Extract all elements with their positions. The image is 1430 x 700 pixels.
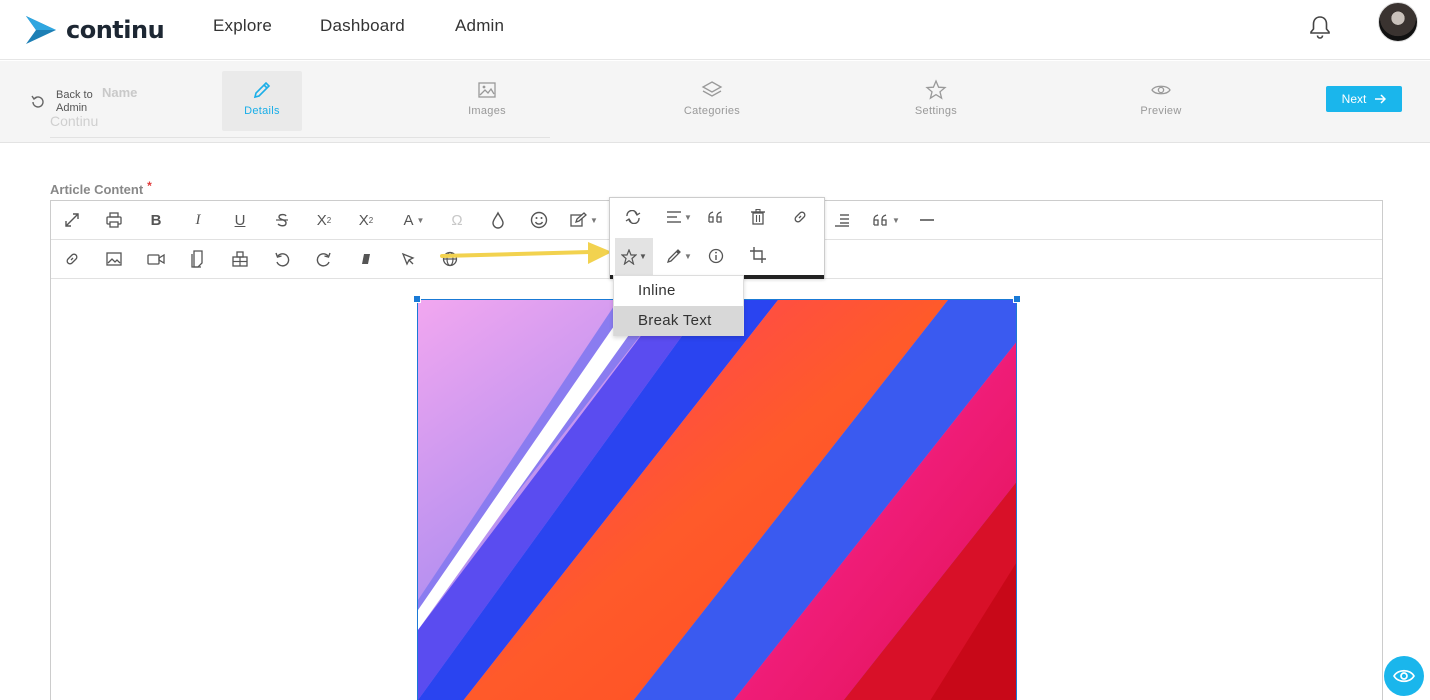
underline-icon[interactable]: U bbox=[226, 207, 254, 233]
subscript-glyph: X bbox=[316, 211, 327, 229]
undo-icon[interactable] bbox=[268, 246, 296, 272]
ghost-name-label: Name bbox=[102, 85, 138, 100]
undo-arrow-icon bbox=[31, 95, 44, 108]
image-display-star-icon[interactable]: ▼ bbox=[615, 238, 653, 275]
font-color-icon[interactable]: A ▼ bbox=[396, 207, 432, 233]
back-to-admin-link[interactable]: Back to Admin bbox=[30, 89, 106, 115]
step-categories[interactable]: Categories bbox=[672, 71, 752, 131]
emoticons-icon[interactable] bbox=[525, 207, 553, 233]
subscript-icon[interactable]: X2 bbox=[310, 207, 338, 233]
select-all-icon[interactable] bbox=[394, 246, 422, 272]
redo-icon[interactable] bbox=[310, 246, 338, 272]
ghost-name-value: Continu bbox=[50, 113, 99, 129]
step-settings[interactable]: Settings bbox=[896, 71, 976, 131]
article-content-label: Article Content * bbox=[50, 179, 152, 197]
image-edit-popup: ▼ ▼ ▼ bbox=[609, 197, 825, 279]
layers-icon bbox=[701, 81, 723, 97]
app-root: continu Explore Dashboard Admin Name Con… bbox=[0, 0, 1430, 700]
image-align-icon[interactable]: ▼ bbox=[660, 200, 698, 234]
wizard-steps-bar: Name Continu Back to Admin Details Image… bbox=[0, 61, 1430, 143]
nav-admin[interactable]: Admin bbox=[455, 16, 504, 36]
bold-icon[interactable]: B bbox=[142, 207, 170, 233]
brand-logo[interactable]: continu bbox=[24, 10, 165, 50]
nav-explore[interactable]: Explore bbox=[213, 16, 272, 36]
step-preview-label: Preview bbox=[1140, 105, 1182, 117]
remove-image-icon[interactable] bbox=[741, 200, 775, 234]
step-settings-label: Settings bbox=[914, 105, 958, 117]
star-icon bbox=[925, 79, 947, 100]
insert-image-icon[interactable] bbox=[100, 246, 128, 272]
insert-link-icon[interactable] bbox=[58, 246, 86, 272]
next-button-label: Next bbox=[1341, 92, 1367, 106]
embedded-image[interactable] bbox=[417, 299, 1017, 700]
font-glyph: A bbox=[403, 211, 414, 229]
pencil-icon bbox=[253, 81, 271, 99]
italic-icon[interactable]: I bbox=[184, 207, 212, 233]
quote-icon[interactable]: ▼ bbox=[869, 207, 903, 233]
superscript-glyph: X bbox=[358, 211, 369, 229]
ghost-divider bbox=[50, 137, 550, 138]
dropdown-option-inline[interactable]: Inline bbox=[614, 276, 743, 306]
resize-handle-top-right[interactable] bbox=[1013, 295, 1021, 303]
floating-preview-eye-icon[interactable] bbox=[1384, 656, 1424, 696]
indent-icon[interactable] bbox=[828, 207, 856, 233]
link-image-icon[interactable] bbox=[783, 200, 817, 234]
bell-icon[interactable] bbox=[1308, 14, 1332, 40]
image-caption-quote-icon[interactable] bbox=[699, 200, 733, 234]
annotation-arrow-icon bbox=[440, 242, 612, 264]
image-display-dropdown: Inline Break Text bbox=[613, 275, 744, 336]
insert-table-icon[interactable] bbox=[226, 246, 254, 272]
insert-video-icon[interactable] bbox=[142, 246, 170, 272]
brand-name: continu bbox=[66, 16, 165, 44]
image-icon bbox=[478, 82, 496, 98]
arrow-right-icon bbox=[1375, 94, 1387, 104]
next-button[interactable]: Next bbox=[1326, 86, 1402, 112]
image-style-icon[interactable]: ▼ bbox=[660, 239, 698, 273]
image-alt-info-icon[interactable] bbox=[699, 239, 733, 273]
paragraph-style-icon[interactable]: ▼ bbox=[567, 207, 601, 233]
horizontal-line-icon[interactable] bbox=[913, 207, 941, 233]
dropdown-option-break-text[interactable]: Break Text bbox=[614, 306, 743, 336]
user-avatar[interactable] bbox=[1378, 2, 1418, 42]
logo-mark-icon bbox=[26, 16, 56, 44]
top-navbar: continu Explore Dashboard Admin bbox=[0, 0, 1430, 60]
print-icon[interactable] bbox=[100, 207, 128, 233]
color-drop-icon[interactable] bbox=[484, 207, 512, 233]
back-to-admin-label: Back to Admin bbox=[56, 89, 93, 114]
clear-formatting-icon[interactable] bbox=[352, 246, 380, 272]
insert-file-icon[interactable] bbox=[184, 246, 212, 272]
resize-handle-top-left[interactable] bbox=[413, 295, 421, 303]
replace-image-icon[interactable] bbox=[616, 200, 650, 234]
step-categories-label: Categories bbox=[683, 105, 741, 117]
nav-dashboard[interactable]: Dashboard bbox=[320, 16, 405, 36]
step-images-label: Images bbox=[468, 105, 506, 117]
special-characters-icon[interactable]: Ω bbox=[443, 207, 471, 233]
superscript-icon[interactable]: X2 bbox=[352, 207, 380, 233]
fullscreen-icon[interactable] bbox=[58, 207, 86, 233]
article-content-text: Article Content bbox=[50, 182, 144, 197]
required-mark: * bbox=[147, 179, 152, 193]
crop-image-icon[interactable] bbox=[741, 238, 775, 272]
step-images[interactable]: Images bbox=[447, 71, 527, 131]
step-details[interactable]: Details bbox=[222, 71, 302, 131]
eye-icon bbox=[1151, 85, 1171, 95]
step-details-label: Details bbox=[244, 105, 280, 117]
abstract-stripes-image bbox=[418, 300, 1016, 700]
strikethrough-icon[interactable] bbox=[268, 207, 296, 233]
step-preview[interactable]: Preview bbox=[1121, 71, 1201, 131]
